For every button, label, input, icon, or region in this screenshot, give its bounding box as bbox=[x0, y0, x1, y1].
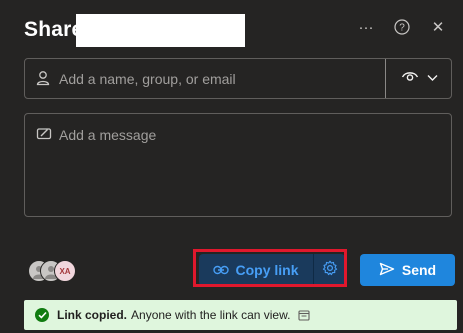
eye-icon bbox=[401, 69, 419, 88]
share-dialog: Share ··· ? ✕ Add a name, group, or emai… bbox=[0, 0, 463, 333]
redacted-file-name bbox=[76, 14, 245, 47]
people-picker[interactable]: Add a name, group, or email bbox=[24, 58, 452, 99]
copy-link-group: Copy link bbox=[199, 254, 345, 286]
shared-with-avatars[interactable]: XA bbox=[28, 260, 88, 282]
help-icon-glyph: ? bbox=[399, 23, 405, 34]
avatar-initials: XA bbox=[54, 260, 76, 282]
chevron-down-icon bbox=[427, 69, 438, 87]
calendar-icon[interactable] bbox=[298, 309, 310, 321]
send-icon bbox=[379, 262, 395, 279]
copy-link-button[interactable]: Copy link bbox=[199, 254, 313, 286]
dialog-header: Share ··· ? ✕ bbox=[24, 14, 449, 48]
dialog-title: Share bbox=[24, 18, 84, 41]
edit-message-icon bbox=[36, 125, 52, 146]
link-icon bbox=[213, 262, 230, 278]
help-icon[interactable]: ? bbox=[391, 16, 413, 38]
more-options-icon[interactable]: ··· bbox=[355, 16, 377, 38]
message-input-placeholder[interactable]: Add a message bbox=[59, 127, 156, 143]
close-icon[interactable]: ✕ bbox=[427, 16, 449, 38]
link-settings-button[interactable] bbox=[314, 254, 345, 286]
message-field[interactable]: Add a message bbox=[24, 113, 452, 217]
permission-divider bbox=[385, 59, 386, 98]
send-label: Send bbox=[401, 262, 437, 278]
toast-title: Link copied. bbox=[57, 308, 128, 322]
permission-dropdown-button[interactable] bbox=[393, 66, 445, 90]
link-copied-toast: Link copied. Anyone with the link can vi… bbox=[24, 300, 457, 330]
gear-icon bbox=[322, 260, 338, 281]
person-icon bbox=[36, 70, 50, 91]
header-actions: ··· ? ✕ bbox=[355, 16, 449, 38]
send-button[interactable]: Send bbox=[360, 254, 455, 286]
copy-link-label: Copy link bbox=[235, 262, 299, 278]
toast-message: Anyone with the link can view. bbox=[131, 308, 291, 322]
people-input-placeholder[interactable]: Add a name, group, or email bbox=[59, 71, 236, 87]
success-check-icon bbox=[35, 308, 49, 322]
